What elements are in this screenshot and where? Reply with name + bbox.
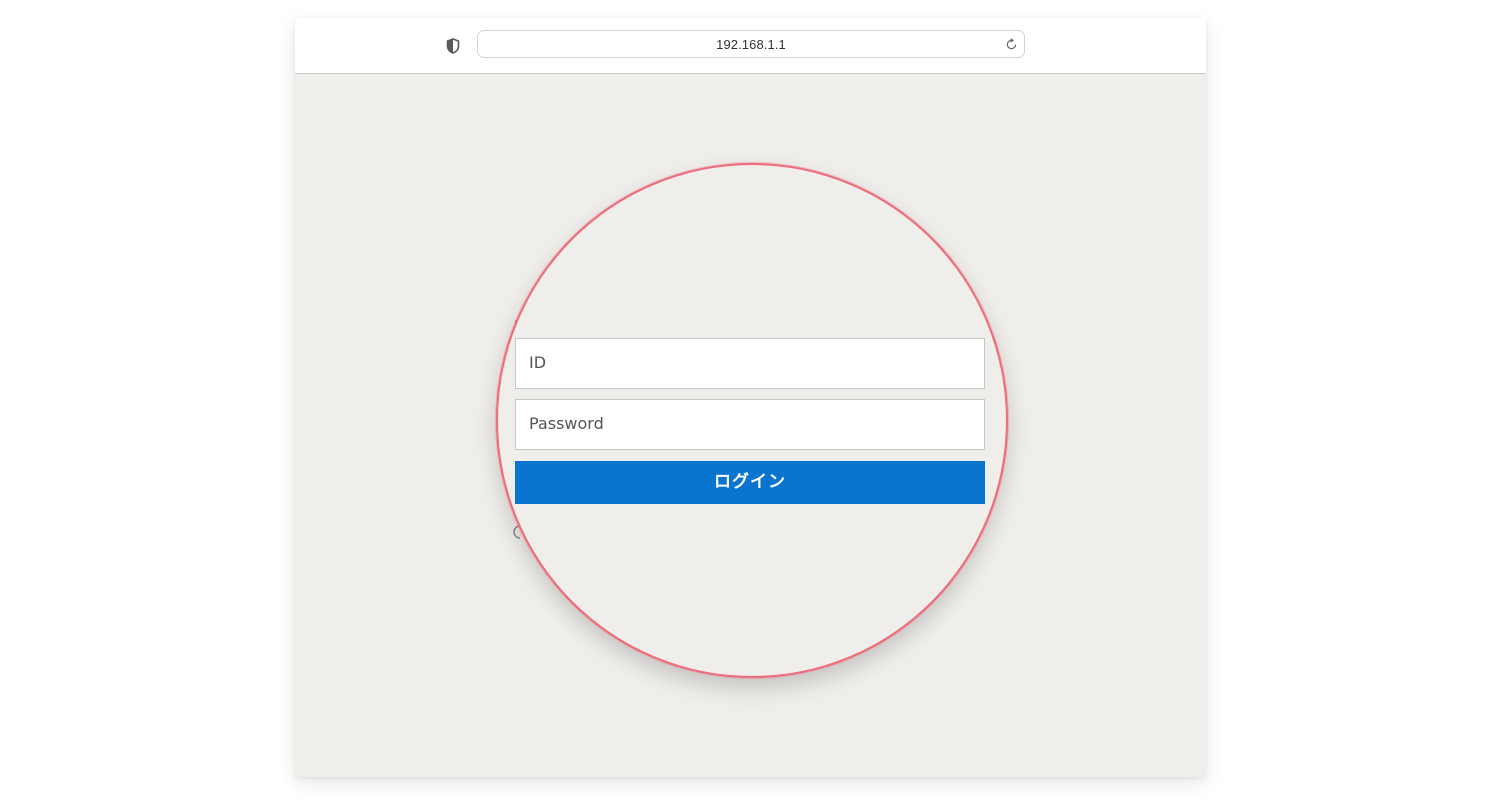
password-placeholder: Password xyxy=(529,414,604,433)
id-input[interactable]: ID xyxy=(515,338,985,389)
url-text: 192.168.1.1 xyxy=(716,37,786,52)
id-placeholder: ID xyxy=(529,353,547,372)
login-button[interactable]: ログイン xyxy=(515,461,985,504)
magnifier-circle: ID Password ログイン xyxy=(496,163,1008,678)
shield-icon[interactable] xyxy=(446,38,460,54)
reload-icon[interactable] xyxy=(1005,38,1018,51)
address-bar[interactable]: 192.168.1.1 xyxy=(477,30,1025,58)
password-input[interactable]: Password xyxy=(515,399,985,450)
magnified-login-form: ID Password ログイン xyxy=(498,165,1006,676)
browser-toolbar: 192.168.1.1 xyxy=(295,18,1206,74)
